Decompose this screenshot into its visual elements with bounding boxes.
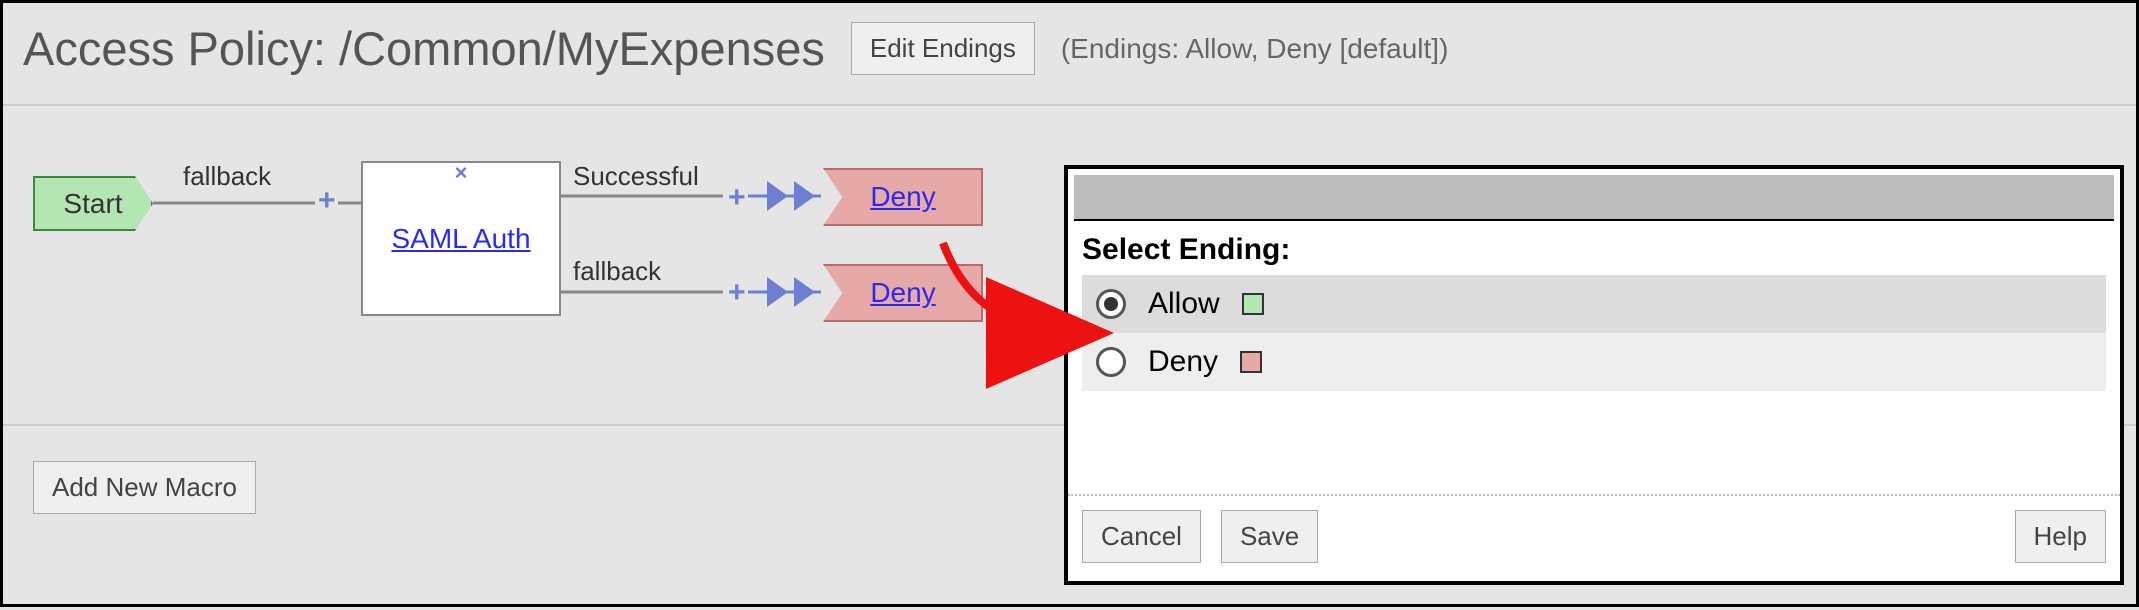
page-title: Access Policy: /Common/MyExpenses — [23, 21, 825, 76]
ending-link[interactable]: Deny — [870, 181, 935, 213]
dialog-footer: Cancel Save Help — [1068, 494, 2120, 581]
edge-label-successful: Successful — [573, 161, 699, 192]
ending-option-label: Allow — [1148, 287, 1220, 321]
select-ending-dialog: Select Ending: Allow Deny Cancel Save He… — [1064, 165, 2124, 585]
add-node-icon[interactable]: + — [728, 276, 746, 310]
add-node-icon[interactable]: + — [728, 181, 746, 215]
save-button[interactable]: Save — [1221, 510, 1318, 563]
color-swatch-icon — [1240, 351, 1262, 373]
add-new-macro-button[interactable]: Add New Macro — [33, 461, 256, 514]
start-node[interactable]: Start — [33, 176, 153, 231]
dialog-heading: Select Ending: — [1082, 233, 2106, 267]
spacer — [1338, 510, 1994, 563]
add-node-icon[interactable]: + — [318, 184, 336, 218]
help-button[interactable]: Help — [2015, 510, 2106, 563]
header-bar: Access Policy: /Common/MyExpenses Edit E… — [3, 3, 2136, 106]
saml-auth-link[interactable]: SAML Auth — [391, 223, 530, 255]
close-icon[interactable]: × — [455, 160, 468, 186]
radio-icon — [1096, 347, 1126, 377]
radio-icon — [1096, 289, 1126, 319]
ending-option-deny[interactable]: Deny — [1082, 333, 2106, 391]
start-label: Start — [63, 188, 122, 220]
ending-option-label: Deny — [1148, 345, 1218, 379]
color-swatch-icon — [1242, 293, 1264, 315]
cancel-button[interactable]: Cancel — [1082, 510, 1201, 563]
edge-label-fallback1: fallback — [183, 161, 271, 192]
ending-option-allow[interactable]: Allow — [1082, 275, 2106, 333]
ending-node-deny-1[interactable]: Deny — [823, 168, 983, 226]
edge-label-fallback2: fallback — [573, 256, 661, 287]
saml-auth-node[interactable]: × SAML Auth — [361, 161, 561, 316]
ending-link[interactable]: Deny — [870, 277, 935, 309]
dialog-titlebar[interactable] — [1074, 175, 2114, 221]
dialog-body: Select Ending: Allow Deny — [1068, 221, 2120, 494]
endings-note: (Endings: Allow, Deny [default]) — [1061, 33, 1449, 65]
edit-endings-button[interactable]: Edit Endings — [851, 22, 1035, 75]
ending-node-deny-2[interactable]: Deny — [823, 264, 983, 322]
